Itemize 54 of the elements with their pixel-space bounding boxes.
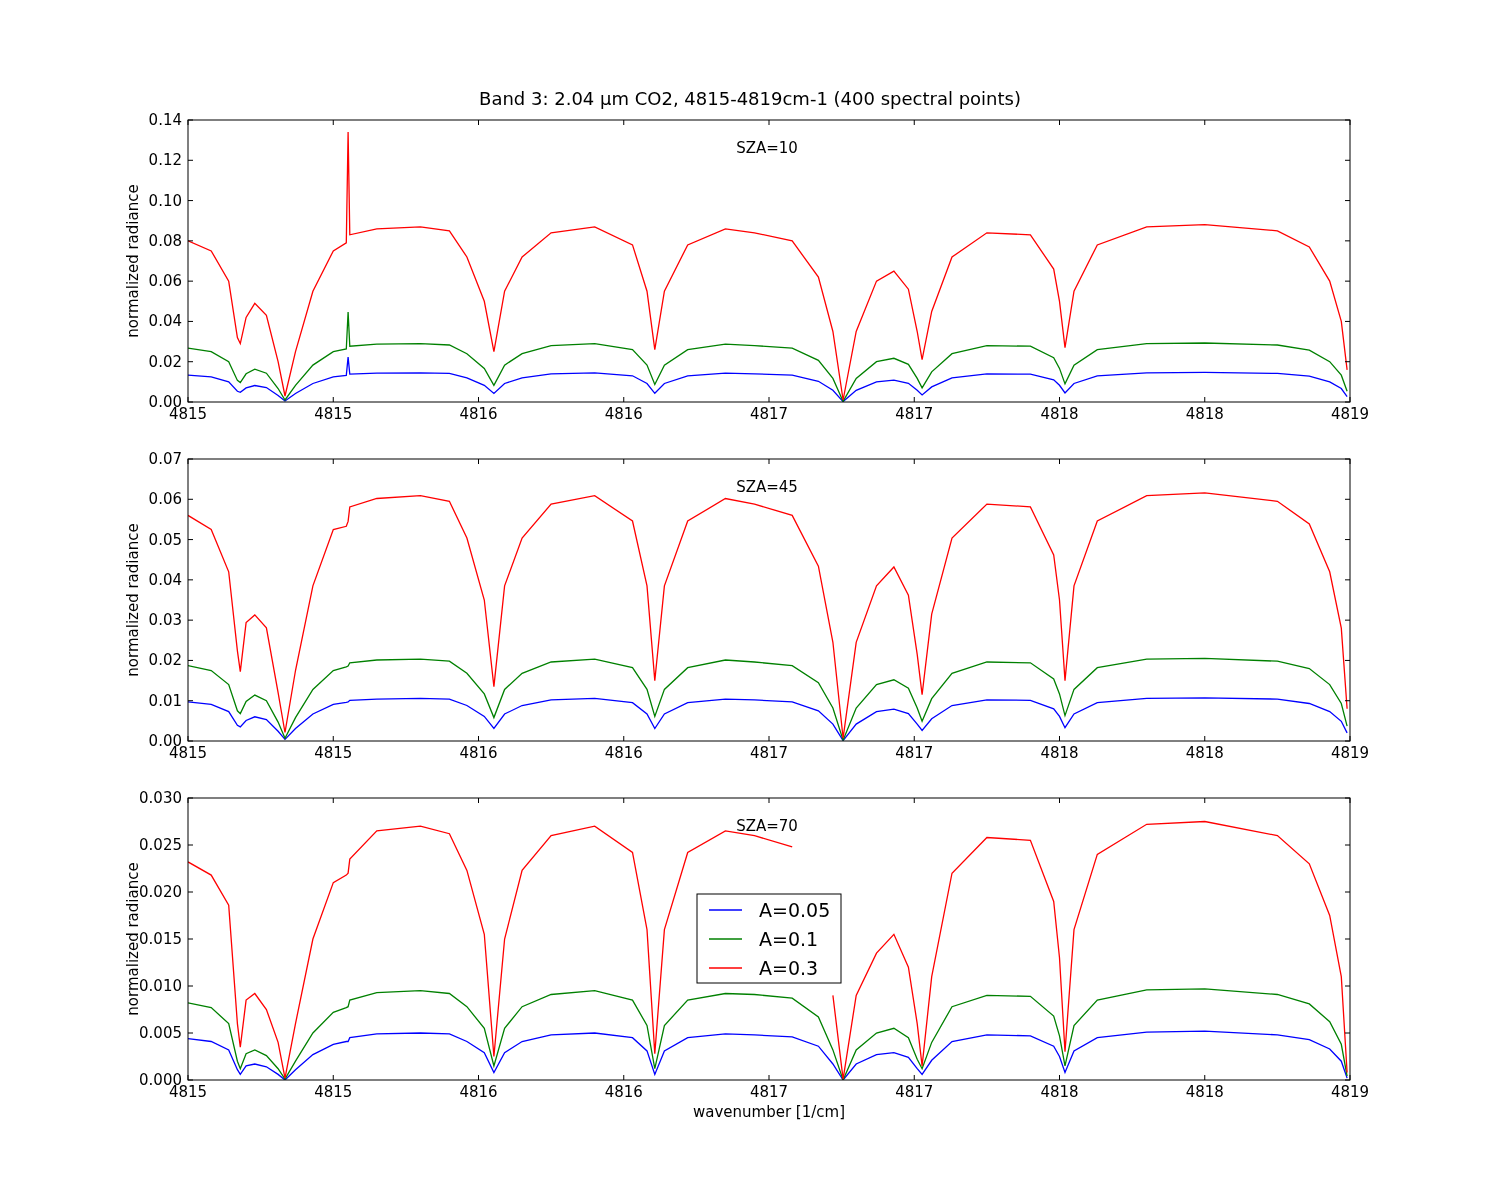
y-tick-label: 0.02 xyxy=(148,352,182,371)
y-tick-label: 0.01 xyxy=(148,691,182,710)
x-tick-label: 4818 xyxy=(1185,1083,1224,1101)
y-tick-label: 0.005 xyxy=(139,1024,182,1042)
x-tick-label: 4819 xyxy=(1330,744,1370,762)
legend-label: A=0.05 xyxy=(759,899,831,921)
x-tick-label: 4818 xyxy=(1040,1083,1079,1101)
y-tick-label: 0.05 xyxy=(148,530,182,549)
x-tick-label: 4816 xyxy=(604,405,643,423)
y-tick-label: 0.020 xyxy=(139,883,182,901)
legend-label: A=0.3 xyxy=(759,957,819,979)
y-tick-label: 0.04 xyxy=(148,570,182,589)
x-tick-label: 4819 xyxy=(1330,1083,1370,1101)
y-tick-label: 0.025 xyxy=(139,836,182,854)
y-tick-label: 0.14 xyxy=(148,111,182,129)
y-tick-label: 0.010 xyxy=(139,977,182,995)
x-tick-label: 4818 xyxy=(1040,405,1079,423)
x-tick-label: 4817 xyxy=(749,405,789,423)
x-axis-label: wavenumber [1/cm] xyxy=(693,1103,845,1121)
x-tick-label: 4819 xyxy=(1330,405,1370,423)
y-tick-label: 0.02 xyxy=(148,651,182,670)
y-axis-label: normalized radiance xyxy=(124,523,142,677)
y-tick-label: 0.06 xyxy=(148,272,182,291)
x-tick-label: 4815 xyxy=(314,744,353,762)
chart-annotation: SZA=10 xyxy=(736,139,798,157)
y-axis-label: normalized radiance xyxy=(124,184,142,338)
y-tick-label: 0.10 xyxy=(148,191,182,210)
x-tick-label: 4817 xyxy=(749,744,789,762)
y-tick-label: 0.04 xyxy=(148,312,182,331)
y-tick-label: 0.07 xyxy=(148,450,182,468)
figure-title: Band 3: 2.04 μm CO2, 4815-4819cm-1 (400 spectral points) xyxy=(479,88,1021,110)
x-tick-label: 4818 xyxy=(1185,744,1224,762)
x-tick-label: 4818 xyxy=(1185,405,1224,423)
x-tick-label: 4815 xyxy=(314,1083,353,1101)
x-tick-label: 4818 xyxy=(1040,744,1079,762)
x-tick-label: 4817 xyxy=(895,405,934,423)
chart-annotation: SZA=45 xyxy=(736,478,798,496)
x-tick-label: 4816 xyxy=(604,1083,643,1101)
x-tick-label: 4816 xyxy=(459,744,498,762)
x-tick-label: 4816 xyxy=(459,405,498,423)
y-tick-label: 0.06 xyxy=(148,490,182,509)
chart-annotation: SZA=70 xyxy=(736,817,798,835)
y-tick-label: 0.030 xyxy=(139,789,182,807)
y-tick-label: 0.03 xyxy=(148,611,182,630)
x-tick-label: 4815 xyxy=(314,405,353,423)
x-tick-label: 4816 xyxy=(459,1083,498,1101)
y-tick-label: 0.12 xyxy=(148,151,182,170)
x-tick-label: 4816 xyxy=(604,744,643,762)
legend-label: A=0.1 xyxy=(759,928,819,950)
x-tick-label: 4817 xyxy=(895,744,934,762)
y-tick-label: 0.015 xyxy=(139,930,182,948)
x-tick-label: 4817 xyxy=(895,1083,934,1101)
x-tick-label: 4817 xyxy=(749,1083,789,1101)
y-tick-label: 0.08 xyxy=(148,231,182,250)
